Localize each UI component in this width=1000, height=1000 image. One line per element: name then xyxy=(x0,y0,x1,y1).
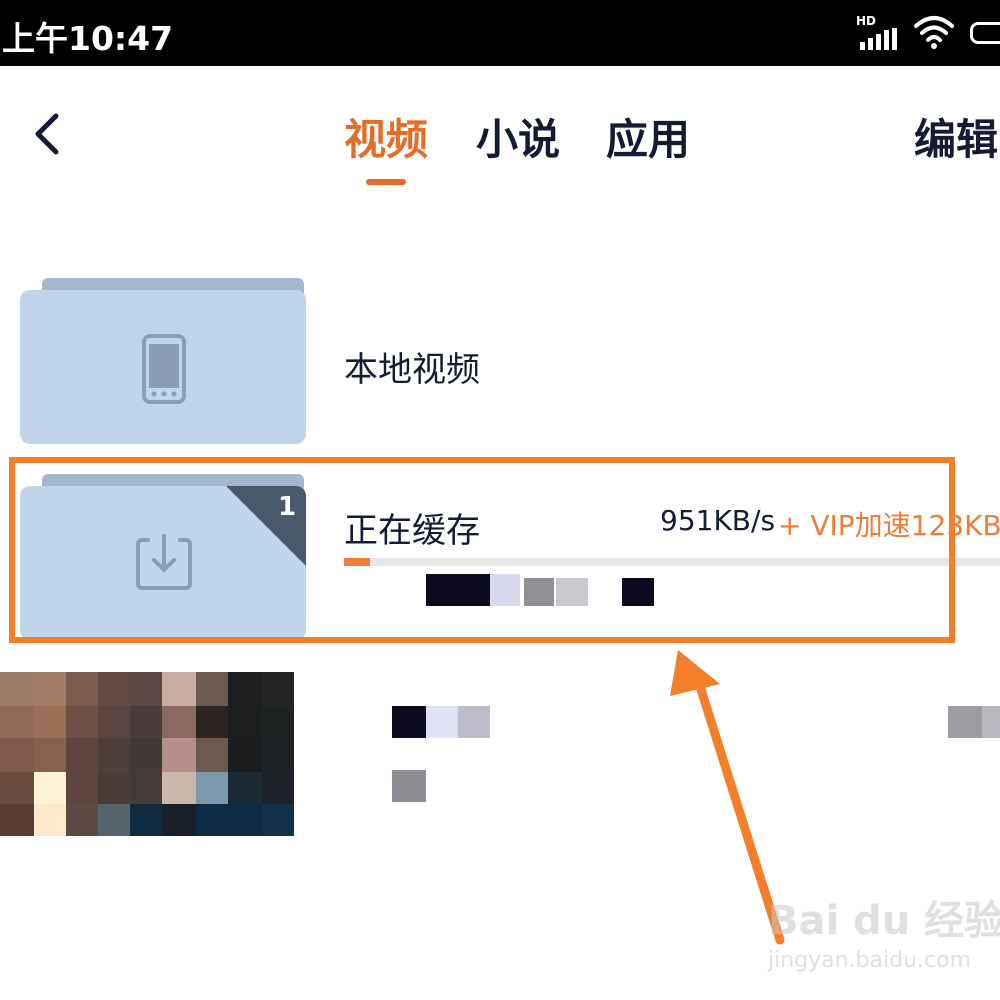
watermark: Bai du 经验 jingyan.baidu.com xyxy=(768,888,1000,988)
censored-text-block xyxy=(392,770,426,802)
video-thumbnail[interactable] xyxy=(0,672,294,836)
censored-text-block xyxy=(982,706,1000,738)
tab-video[interactable]: 视频 xyxy=(344,106,428,167)
censored-text-block xyxy=(426,706,458,738)
censored-text-block xyxy=(458,706,490,738)
tab-apps[interactable]: 应用 xyxy=(606,106,690,167)
phone-icon xyxy=(142,334,186,404)
cellular-signal-icon: HD xyxy=(856,14,900,50)
watermark-url: jingyan.baidu.com xyxy=(768,948,972,973)
censored-text-block xyxy=(948,706,982,738)
tab-novel[interactable]: 小说 xyxy=(476,106,560,167)
local-video-folder[interactable] xyxy=(20,278,306,444)
wifi-icon xyxy=(914,16,954,49)
back-chevron-icon[interactable] xyxy=(30,112,70,156)
network-type-label: HD xyxy=(856,14,877,28)
active-tab-indicator xyxy=(366,179,406,185)
censored-text-block xyxy=(392,706,426,738)
battery-icon xyxy=(970,22,1000,44)
watermark-text: Bai du 经验 xyxy=(768,898,1000,944)
status-time: 上午10:47 xyxy=(2,19,174,58)
status-bar: 上午10:47 HD xyxy=(0,0,1000,66)
local-video-label[interactable]: 本地视频 xyxy=(344,342,480,391)
highlight-box xyxy=(9,457,955,643)
edit-button[interactable]: 编辑 xyxy=(914,106,998,167)
